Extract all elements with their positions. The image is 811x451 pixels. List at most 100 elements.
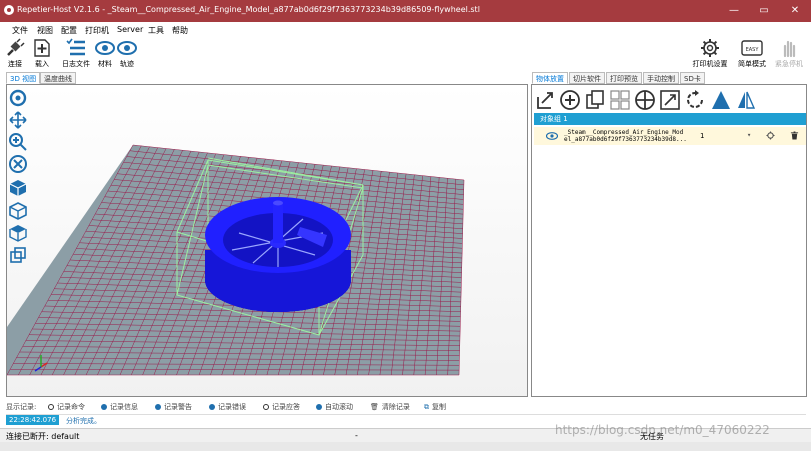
menu-file[interactable]: 文件: [12, 25, 28, 36]
object-name-line2: el_a877ab0d6f29f7363773234b39d8...: [564, 136, 687, 143]
3d-viewport[interactable]: [6, 84, 528, 397]
printer-settings-label: 打印机设置: [692, 60, 728, 68]
log-commands-toggle[interactable]: 记录命令: [48, 402, 85, 412]
load-label: 载入: [35, 60, 49, 68]
clear-log-button[interactable]: 🗑 清除记录: [370, 402, 410, 412]
top-view-icon[interactable]: [8, 223, 28, 243]
rotate-object-icon[interactable]: [684, 89, 706, 111]
copies-field[interactable]: 1: [700, 132, 704, 140]
settings-gear-icon[interactable]: [766, 131, 775, 140]
toggle-on-icon: [155, 404, 161, 410]
watermark: https://blog.csdn.net/m0_47060222: [555, 423, 770, 437]
object-row[interactable]: _Steam__Compressed_Air_Engine_Mod el_a87…: [534, 127, 806, 145]
add-file-icon: [34, 39, 50, 57]
window-title: Repetier-Host V2.1.6 - _Steam__Compresse…: [17, 5, 480, 14]
object-group-label: 对象组 1: [540, 115, 568, 123]
toggle-off-icon: [263, 404, 269, 410]
toggle-off-icon: [48, 404, 54, 410]
trash-icon: 🗑: [370, 403, 379, 411]
mirror-object-icon[interactable]: [735, 89, 757, 111]
easy-mode-icon: EASY: [741, 40, 763, 56]
plug-icon: [7, 38, 25, 56]
log-label: 日志文件: [62, 60, 90, 68]
add-object-icon[interactable]: [559, 89, 581, 111]
arrange-grid-icon[interactable]: [609, 89, 631, 111]
menu-server[interactable]: Server: [117, 25, 143, 34]
status-separator: -: [355, 431, 358, 440]
front-view-icon[interactable]: [8, 201, 28, 221]
gear-icon: [701, 39, 719, 57]
trash-icon[interactable]: [790, 131, 799, 140]
log-responses-label: 记录应答: [272, 403, 300, 411]
flywheel-model: [205, 197, 351, 312]
connect-button[interactable]: 连接: [4, 38, 26, 70]
object-placement-panel: 对象组 1 _Steam__Compressed_Air_Engine_Mod …: [531, 84, 807, 397]
log-errors-toggle[interactable]: 记录错误: [209, 402, 246, 412]
center-object-icon[interactable]: [634, 89, 656, 111]
fit-view-icon[interactable]: [8, 154, 28, 174]
status-bar: 连接已断开: default - 无任务 https://blog.csdn.n…: [0, 423, 811, 442]
menu-bar: 文件 视图 配置 打印机 Server 工具 帮助: [0, 22, 811, 38]
log-message: 分析完成。: [66, 417, 101, 425]
log-errors-label: 记录错误: [218, 403, 246, 411]
copy-object-icon[interactable]: [584, 89, 606, 111]
log-warnings-toggle[interactable]: 记录警告: [155, 402, 192, 412]
toggle-on-icon: [316, 404, 322, 410]
svg-text:EASY: EASY: [746, 47, 760, 53]
material-button[interactable]: 材料: [95, 38, 115, 70]
emergency-stop-label: 紧急停机: [775, 60, 803, 68]
app-icon: [4, 5, 14, 15]
move-view-icon[interactable]: [8, 110, 28, 130]
scale-object-icon[interactable]: [659, 89, 681, 111]
track-label: 轨迹: [120, 60, 134, 68]
object-group-header[interactable]: 对象组 1: [534, 113, 806, 125]
title-bar: Repetier-Host V2.1.6 - _Steam__Compresse…: [0, 0, 811, 22]
auto-scroll-label: 自动滚动: [325, 403, 353, 411]
log-responses-toggle[interactable]: 记录应答: [263, 402, 300, 412]
iso-view-icon[interactable]: [8, 178, 28, 198]
copy-log-label: 复制: [432, 403, 446, 411]
object-name-line1: _Steam__Compressed_Air_Engine_Mod: [564, 129, 684, 136]
zoom-icon[interactable]: [8, 132, 28, 152]
load-button[interactable]: 载入: [32, 38, 52, 70]
menu-view[interactable]: 视图: [37, 25, 53, 36]
track-button[interactable]: 轨迹: [117, 38, 137, 70]
log-warnings-label: 记录警告: [164, 403, 192, 411]
log-info-toggle[interactable]: 记录信息: [101, 402, 138, 412]
export-icon[interactable]: [535, 89, 557, 111]
emergency-stop-button[interactable]: 紧急停机: [772, 38, 806, 70]
close-button[interactable]: ✕: [780, 0, 810, 22]
menu-config[interactable]: 配置: [61, 25, 77, 36]
chevron-down-icon[interactable]: ▾: [747, 131, 751, 139]
cut-object-icon[interactable]: [710, 89, 732, 111]
printer-settings-button[interactable]: 打印机设置: [692, 38, 728, 70]
tab-manual-control[interactable]: 手动控制: [643, 72, 679, 84]
connect-label: 连接: [8, 60, 22, 68]
tab-temperature-curve[interactable]: 温度曲线: [40, 72, 76, 84]
log-show-label: 显示记录:: [6, 403, 37, 411]
tab-sd-card[interactable]: SD卡: [680, 72, 705, 84]
material-label: 材料: [98, 60, 112, 68]
menu-tools[interactable]: 工具: [148, 25, 164, 36]
menu-printer[interactable]: 打印机: [85, 25, 109, 36]
menu-help[interactable]: 帮助: [172, 25, 188, 36]
connection-status: 连接已断开: default: [6, 432, 80, 441]
minimize-button[interactable]: —: [719, 0, 749, 22]
log-button[interactable]: 日志文件: [58, 38, 94, 70]
visibility-eye-icon[interactable]: [546, 132, 558, 140]
auto-scroll-toggle[interactable]: 自动滚动: [316, 402, 353, 412]
side-view-icon[interactable]: [8, 246, 28, 266]
maximize-button[interactable]: ▭: [749, 0, 779, 22]
tab-print-preview[interactable]: 打印预览: [606, 72, 642, 84]
rotate-view-icon[interactable]: [8, 88, 28, 108]
easy-mode-button[interactable]: EASY 简单模式: [736, 38, 768, 70]
log-commands-label: 记录命令: [57, 403, 85, 411]
log-options: 显示记录: 记录命令 记录信息 记录警告 记录错误 记录应答 自动滚动 🗑 清除记…: [6, 400, 806, 414]
toolbar: 连接 载入 日志文件 材料 轨迹 打印机设置 EASY 简单模式 紧急停机: [0, 38, 811, 70]
copy-log-button[interactable]: ⧉ 复制: [424, 402, 446, 412]
tab-slicer[interactable]: 切片软件: [569, 72, 605, 84]
eye-icon: [95, 41, 115, 55]
tab-3d-view[interactable]: 3D 视图: [6, 72, 41, 84]
easy-mode-label: 简单模式: [738, 60, 766, 68]
tab-object-placement[interactable]: 物体放置: [532, 72, 568, 84]
